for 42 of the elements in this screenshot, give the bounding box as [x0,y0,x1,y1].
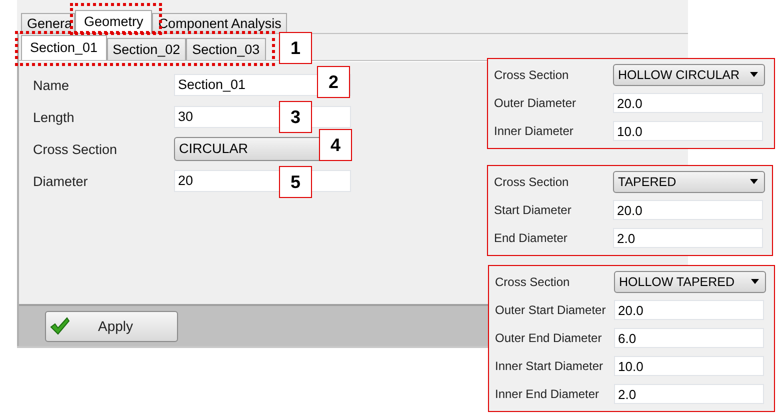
input-field[interactable]: 10.0 [613,120,763,140]
field-label: Cross Section [33,142,118,156]
checkmark-icon [50,317,70,335]
dropdown[interactable]: HOLLOW CIRCULAR [613,64,765,86]
dropdown[interactable]: TAPERED [613,170,765,192]
section-tab[interactable]: Section_02 [106,38,186,60]
callout-tooltip: 1 [279,32,312,64]
tab[interactable]: Genera [21,13,76,33]
field-label: Name [33,78,70,92]
section-tab[interactable]: Section_03 [186,38,266,60]
field-label: End Diameter [494,230,568,244]
field-label: Outer End Diameter [495,330,603,344]
apply-button[interactable]: Apply [45,310,178,342]
field-label: Start Diameter [494,202,572,216]
field-label: Cross Section [495,274,571,288]
field-label: Outer Diameter [494,96,578,110]
caret-icon [750,72,758,77]
caret-icon [751,279,759,284]
callout-tooltip: 3 [279,101,312,133]
callout-tooltip: 4 [319,129,352,161]
dropdown[interactable]: HOLLOW TAPERED [614,270,766,292]
tab[interactable]: Geometry [75,10,152,33]
field-label: Inner End Diameter [495,386,600,400]
input-field[interactable]: 10.0 [614,356,764,376]
field-label: Length [33,110,76,124]
tab[interactable]: Component Analysis [152,13,288,33]
field-label: Inner Start Diameter [495,358,604,372]
input-field[interactable]: 2.0 [613,228,763,248]
field-label: Cross Section [494,68,570,82]
caret-icon [750,179,758,184]
input-field[interactable]: 6.0 [614,328,764,348]
input-field[interactable]: 2.0 [614,384,764,404]
input-field[interactable]: 20.0 [613,200,763,220]
field-label: Outer Start Diameter [495,302,607,316]
field-label: Cross Section [494,174,570,188]
section-tab[interactable]: Section_01 [21,35,107,60]
field-label: Diameter [33,174,89,188]
input-field[interactable]: 20.0 [613,92,763,112]
callout-tooltip: 5 [279,166,312,198]
callout-tooltip: 2 [317,66,350,98]
field-label: Inner Diameter [494,124,574,138]
input-field[interactable]: 20.0 [614,300,764,320]
